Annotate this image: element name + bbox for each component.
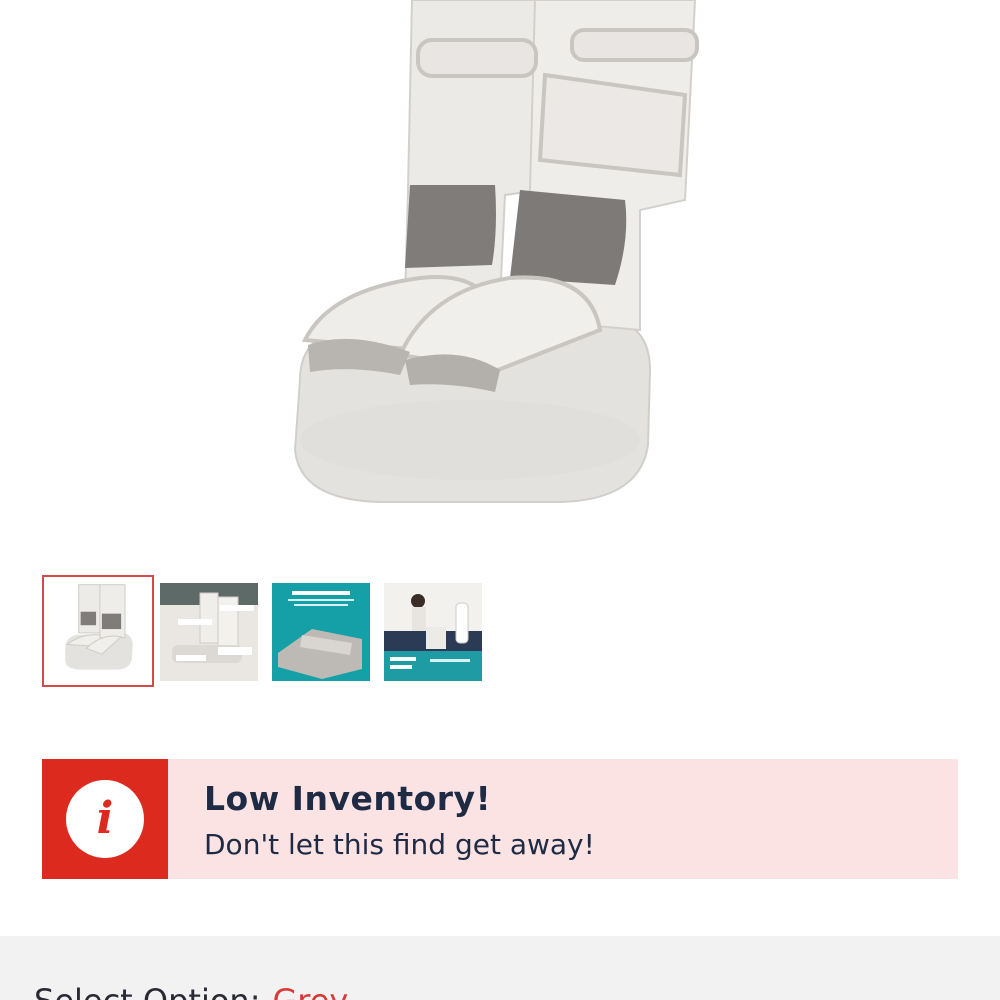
select-option-bar[interactable]: Select Option: Grey [0,936,1000,1000]
thumbnail-strip [42,575,492,687]
alert-icon-panel: i [42,759,168,879]
thumbnail-control[interactable] [384,583,482,681]
alert-message: Don't let this find get away! [204,828,595,861]
leg-massager-illustration [293,0,699,503]
thumbnail-control-image [384,583,482,681]
product-main-image[interactable] [0,0,1000,560]
thumbnail-main[interactable] [42,575,154,687]
alert-text: Low Inventory! Don't let this find get a… [168,759,595,879]
thumbnail-features-image [160,583,258,681]
low-inventory-alert: i Low Inventory! Don't let this find get… [42,759,958,879]
info-icon: i [66,780,144,858]
select-option-value: Grey [272,982,348,1000]
select-option-label: Select Option: [34,982,260,1000]
thumbnail-recovery-image [272,583,370,681]
thumbnail-main-image [44,577,152,685]
thumbnail-recovery[interactable] [272,583,370,681]
alert-title: Low Inventory! [204,779,492,818]
select-option-line: Select Option: Grey [34,982,348,1000]
thumbnail-features[interactable] [160,583,258,681]
